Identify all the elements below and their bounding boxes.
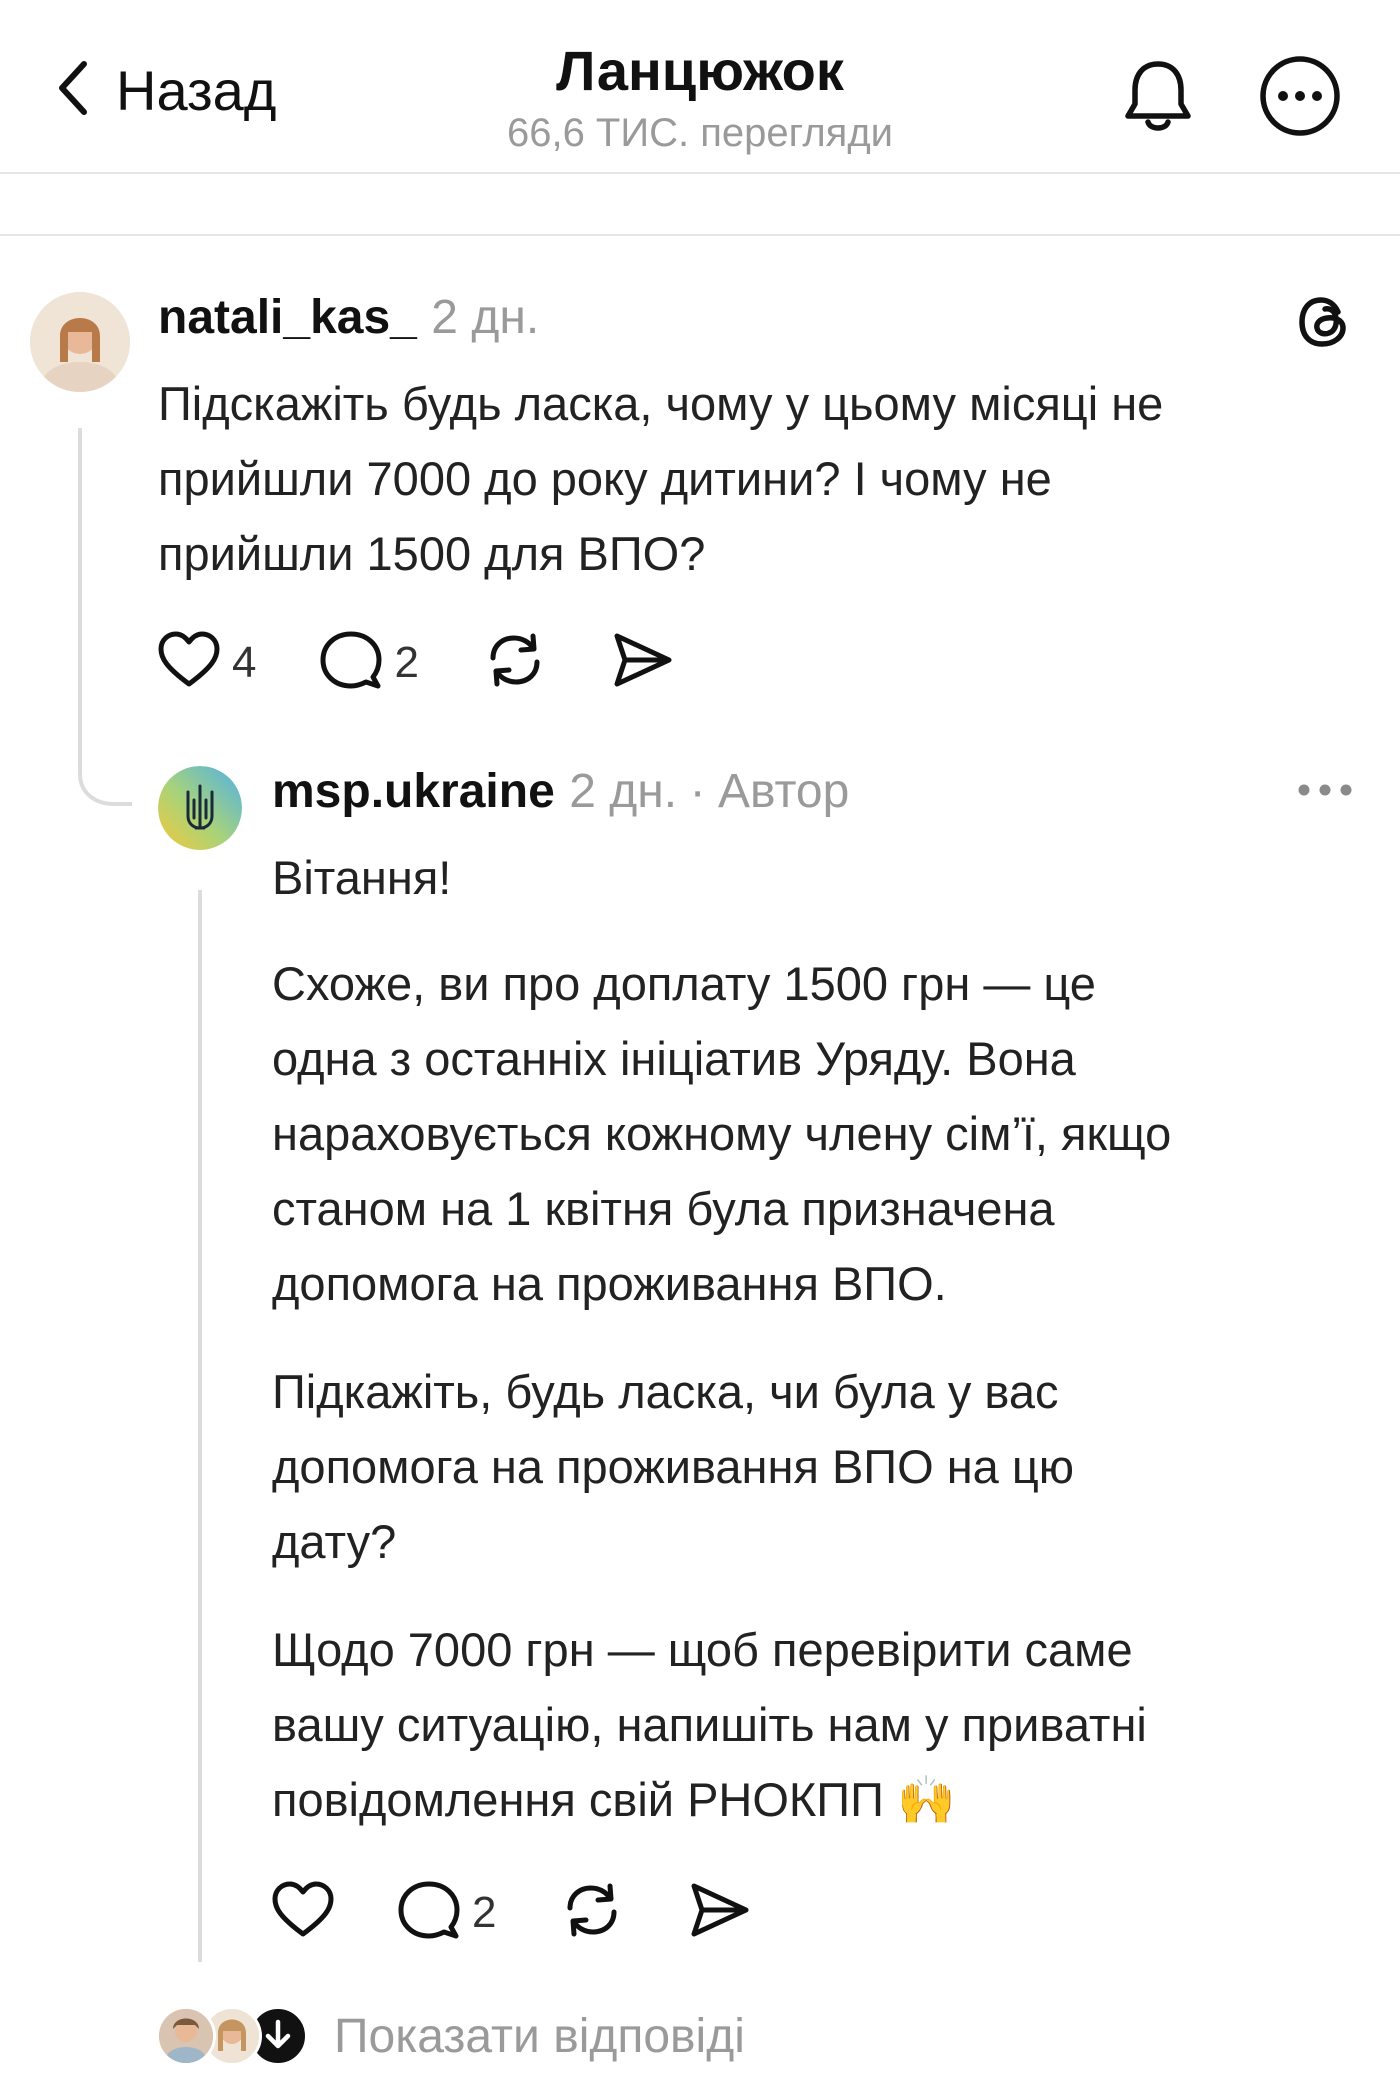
heart-icon <box>158 631 220 694</box>
reply-text-line: допомога на проживання ВПО на цю <box>272 1440 1075 1493</box>
send-icon <box>688 1880 752 1945</box>
thread-line <box>78 428 82 768</box>
post-header: natali_kas_ 2 дн. <box>158 290 539 345</box>
repost-icon <box>483 630 547 695</box>
thread-line <box>198 890 202 1962</box>
section-divider <box>0 234 1400 236</box>
threads-icon <box>1294 297 1354 356</box>
reply-text-line: дату? <box>272 1515 397 1568</box>
reply-text-line: вашу ситуацію, напишіть нам у приватні <box>272 1698 1147 1751</box>
reply-username[interactable]: msp.ukraine <box>272 765 555 818</box>
reply-text-line: станом на 1 квітня була призначена <box>272 1182 1055 1235</box>
avatar[interactable] <box>30 292 130 392</box>
arrow-down-icon <box>264 2018 292 2055</box>
reply-count: 2 <box>472 1887 497 1937</box>
author-badge: Автор <box>718 765 850 818</box>
like-button[interactable]: 4 <box>158 631 256 694</box>
reply-text-line: Підкажіть, будь ласка, чи була у вас <box>272 1365 1059 1418</box>
repost-icon <box>560 1880 624 1945</box>
like-button[interactable] <box>272 1881 334 1944</box>
more-circle-icon <box>1258 56 1342 142</box>
reply-button[interactable]: 2 <box>320 630 419 695</box>
send-icon <box>611 630 675 695</box>
reply-actions: 2 <box>272 1880 816 1945</box>
post-username[interactable]: natali_kas_ <box>158 291 417 344</box>
reply-text-line-content: повідомлення свій РНОКПП <box>272 1773 884 1826</box>
more-options-button[interactable] <box>1258 54 1342 143</box>
top-bar: Назад Ланцюжок 66,6 ТИС. перегляди <box>0 0 1400 172</box>
reply-paragraph-1: Схоже, ви про доплату 1500 грн — це одна… <box>272 946 1372 1321</box>
raising-hands-emoji: 🙌 <box>896 1773 956 1828</box>
reply-time: 2 дн. <box>569 765 678 818</box>
post-actions: 4 2 <box>158 630 739 695</box>
header-divider <box>0 172 1400 174</box>
post-text: Підскажіть будь ласка, чому у цьому міся… <box>158 366 1338 591</box>
repost-button[interactable] <box>483 630 547 695</box>
reply-header: msp.ukraine 2 дн. · Автор <box>272 764 849 819</box>
reply-text-line: нараховується кожному члену сім’ї, якщо <box>272 1107 1172 1160</box>
post-text-line: Підскажіть будь ласка, чому у цьому міся… <box>158 377 1164 430</box>
like-count: 4 <box>232 637 257 687</box>
reply-text-line: повідомлення свій РНОКПП 🙌 <box>272 1762 1372 1838</box>
comment-icon <box>398 1880 460 1945</box>
reply-count: 2 <box>394 637 419 687</box>
meta-separator: · <box>689 765 706 818</box>
reply-paragraph-2: Підкажіть, будь ласка, чи була у вас доп… <box>272 1354 1372 1579</box>
post-time: 2 дн. <box>431 291 540 344</box>
notifications-button[interactable] <box>1122 56 1194 141</box>
reply-greeting: Вітання! <box>272 851 452 904</box>
avatar <box>156 2006 216 2066</box>
reply-text-line: одна з останніх ініціатив Уряду. Вона <box>272 1032 1076 1085</box>
reply-text-line: допомога на проживання ВПО. <box>272 1257 947 1310</box>
reply-more-button[interactable] <box>1296 780 1354 805</box>
post-text-line: прийшли 1500 для ВПО? <box>158 527 706 580</box>
reply-button[interactable]: 2 <box>398 1880 496 1945</box>
comment-icon <box>320 630 382 695</box>
avatar[interactable] <box>158 766 242 850</box>
post-text-line: прийшли 7000 до року дитини? І чому не <box>158 452 1052 505</box>
show-replies-label: Показати відповіді <box>334 2009 745 2063</box>
repost-button[interactable] <box>560 1880 624 1945</box>
reply-text-line: Схоже, ви про доплату 1500 грн — це <box>272 957 1096 1010</box>
thread-connector <box>78 760 132 806</box>
more-horizontal-icon <box>1296 784 1354 804</box>
bell-icon <box>1122 61 1194 140</box>
reply-text-line: Щодо 7000 грн — щоб перевірити саме <box>272 1623 1133 1676</box>
heart-icon <box>272 1881 334 1944</box>
show-replies-row[interactable]: Показати відповіді <box>156 2006 745 2066</box>
threads-logo-button[interactable] <box>1294 292 1354 357</box>
reply-paragraph-3: Щодо 7000 грн — щоб перевірити саме вашу… <box>272 1612 1372 1838</box>
share-button[interactable] <box>688 1880 752 1945</box>
share-button[interactable] <box>611 630 675 695</box>
